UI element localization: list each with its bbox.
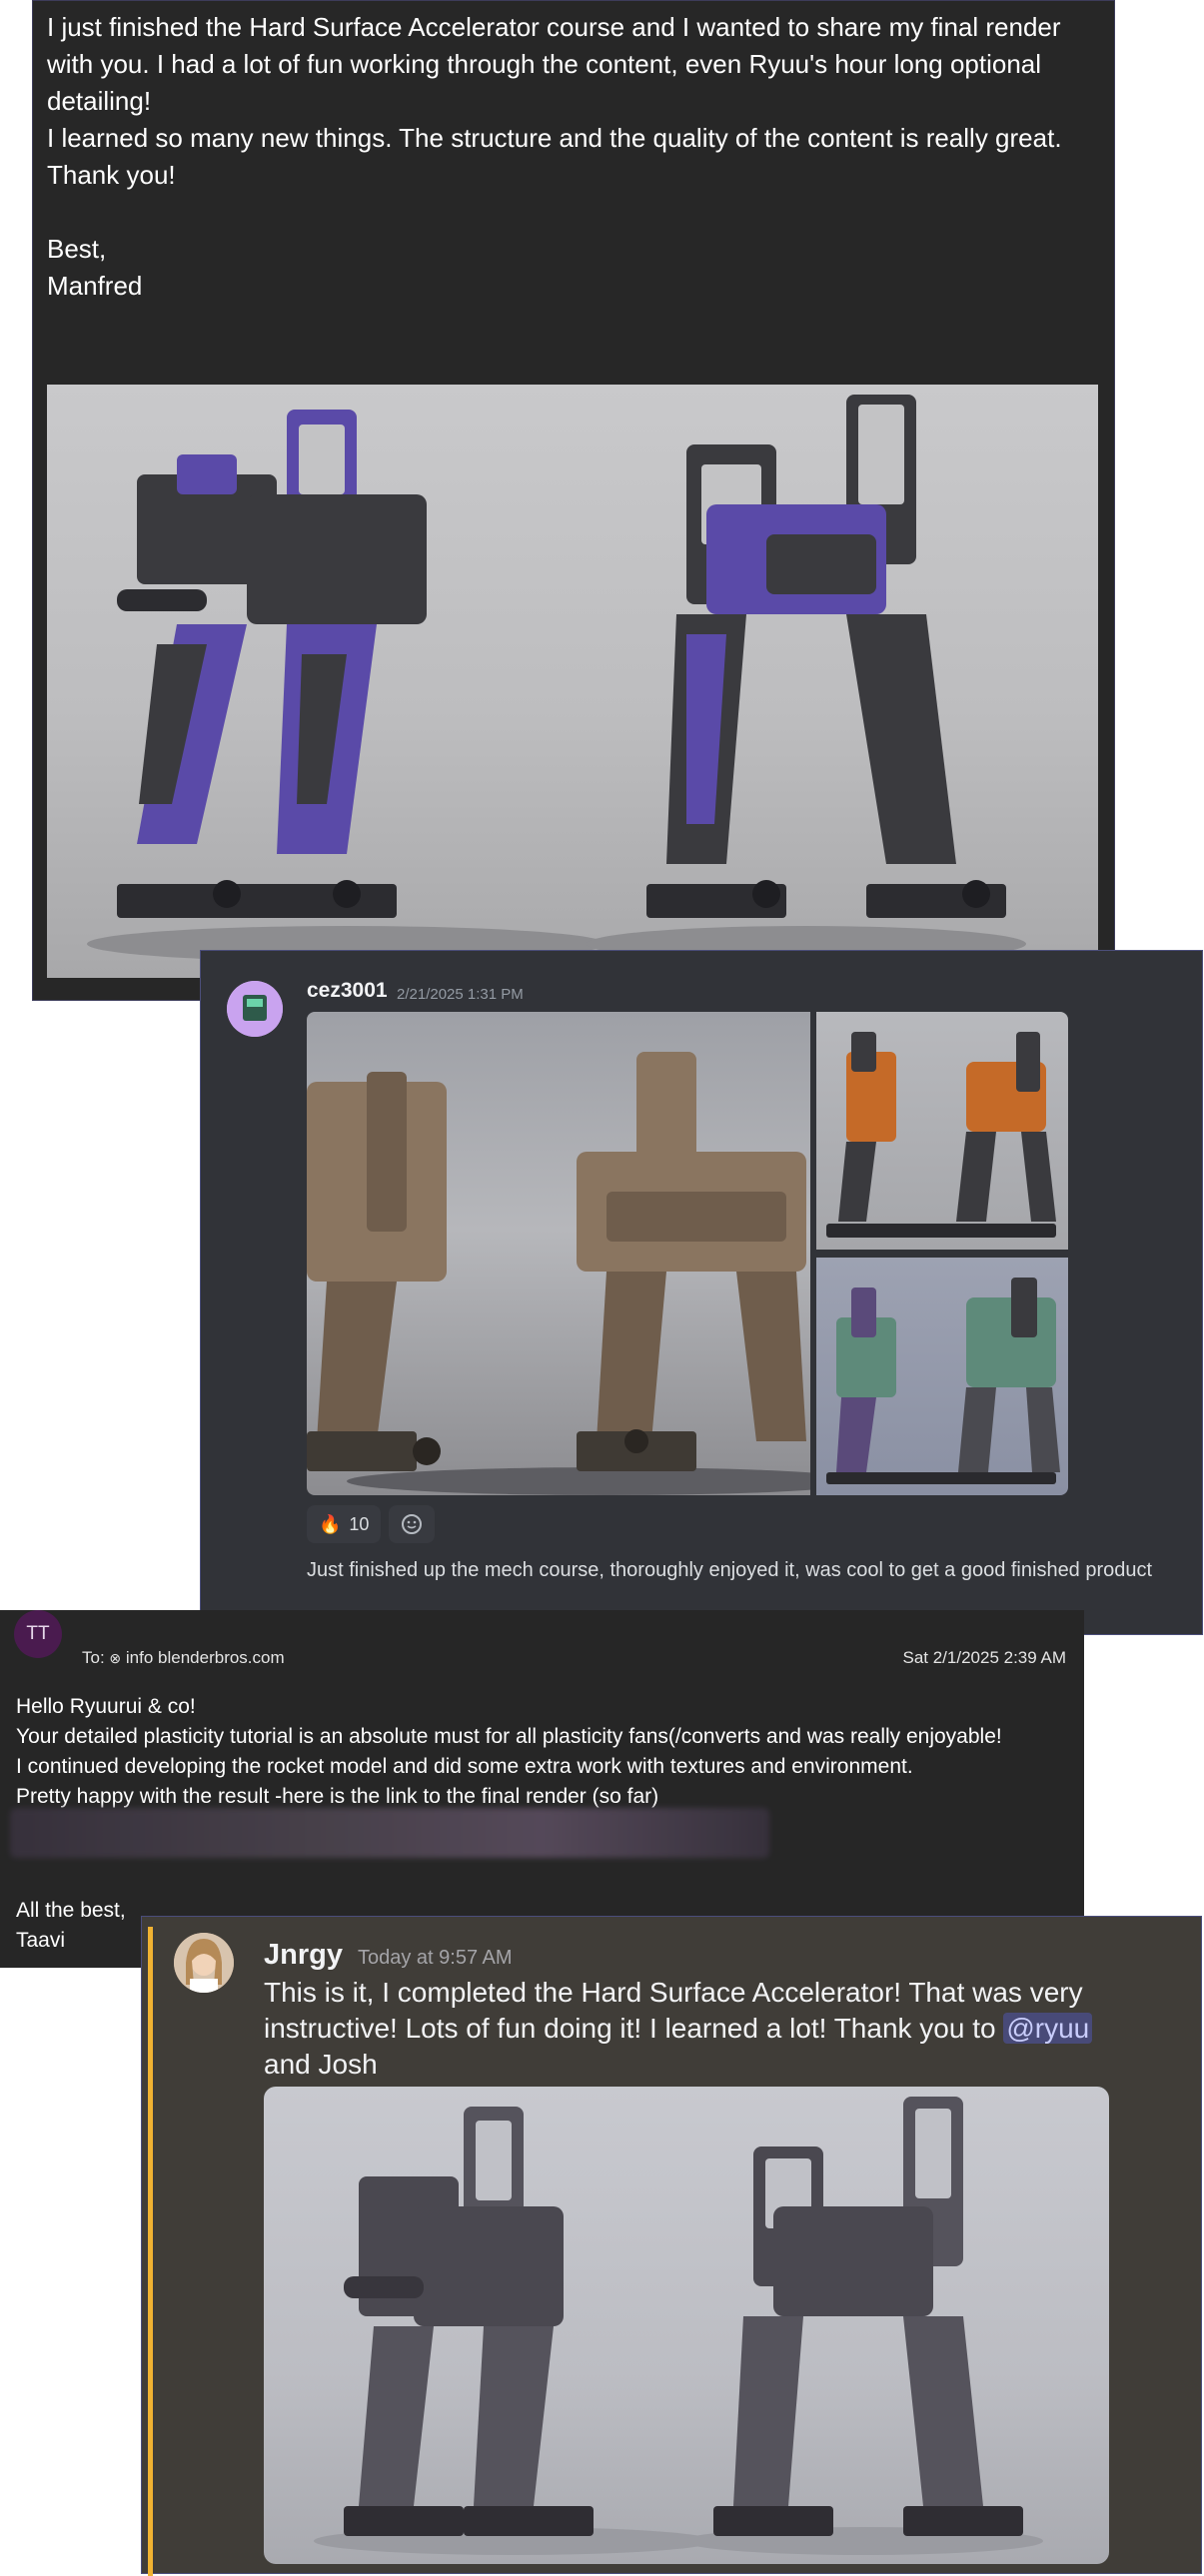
email-paragraph: Your detailed plasticity tutorial is an … [16, 1725, 1002, 1748]
email-card-manfred: I just finished the Hard Surface Acceler… [32, 0, 1115, 1001]
email-paragraph: I continued developing the rocket model … [16, 1755, 913, 1778]
discord-message-jnrgy: Jnrgy Today at 9:57 AM This is it, I com… [141, 1916, 1202, 2576]
highlight-bar [148, 1927, 153, 2576]
attachment-image-green[interactable] [816, 1258, 1068, 1495]
username[interactable]: cez3001 [307, 979, 388, 1003]
blurred-link [10, 1808, 769, 1858]
email-paragraph: I just finished the Hard Surface Acceler… [47, 12, 1068, 116]
user-mention[interactable]: @ryuu [1003, 2013, 1093, 2044]
user-avatar-icon [227, 981, 283, 1037]
username[interactable]: Jnrgy [264, 1939, 343, 1972]
dark-mech-illustration [314, 2097, 1043, 2555]
tan-mech-illustration [307, 1052, 810, 1495]
purple-mech-illustration [87, 395, 1026, 962]
email-signature: Manfred [47, 271, 143, 301]
timestamp: Today at 9:57 AM [358, 1947, 513, 1969]
recipient-row: To: ⊗ info blenderbros.com [82, 1648, 285, 1668]
add-reaction-button[interactable] [389, 1505, 436, 1543]
user-avatar-icon [174, 1933, 234, 1993]
reaction-bar: 🔥 10 [307, 1505, 436, 1543]
orange-mech-illustration [826, 1032, 1056, 1238]
email-closing: All the best, Taavi [16, 1896, 126, 1956]
email-paragraph: I learned so many new things. The struct… [47, 123, 1062, 153]
avatar[interactable] [227, 981, 283, 1037]
email-card-taavi: TT To: ⊗ info blenderbros.com Sat 2/1/20… [0, 1610, 1084, 1968]
email-body: I just finished the Hard Surface Acceler… [47, 9, 1096, 305]
close-circle-icon: ⊗ [109, 1650, 122, 1666]
email-paragraph: Thank you! [47, 160, 176, 190]
message-text-start: This is it, I completed the Hard Surface… [264, 1977, 1083, 2044]
mech-render-image[interactable] [47, 385, 1098, 978]
green-mech-illustration [826, 1278, 1060, 1484]
attachment-image-orange[interactable] [816, 1012, 1068, 1250]
message-text: This is it, I completed the Hard Surface… [264, 1975, 1123, 2083]
discord-message-cez3001: cez3001 2/21/2025 1:31 PM 🔥 10 Just fini… [200, 950, 1203, 1635]
avatar[interactable] [174, 1933, 234, 1993]
email-paragraph: Best, [47, 234, 107, 264]
closing-line: All the best, [16, 1899, 126, 1922]
attachment-image-main[interactable] [307, 1012, 810, 1495]
email-date: Sat 2/1/2025 2:39 AM [902, 1648, 1066, 1667]
email-paragraph [47, 194, 1096, 231]
message-text-end: and Josh [264, 2049, 378, 2080]
to-label: To: [82, 1648, 105, 1667]
email-body: Hello Ryuurui & co! Your detailed plasti… [16, 1692, 1075, 1812]
mech-render-image[interactable] [264, 2087, 1109, 2564]
email-signature: Taavi [16, 1929, 66, 1952]
email-paragraph: Hello Ryuurui & co! [16, 1695, 196, 1718]
reaction-count: 10 [349, 1513, 370, 1534]
avatar: TT [14, 1610, 62, 1658]
recipient-address[interactable]: info blenderbros.com [126, 1648, 285, 1667]
fire-emoji-icon: 🔥 [319, 1513, 342, 1534]
add-reaction-icon [402, 1514, 423, 1534]
timestamp: 2/21/2025 1:31 PM [397, 986, 524, 1003]
message-text: Just finished up the mech course, thorou… [307, 1559, 1153, 1581]
fire-reaction[interactable]: 🔥 10 [307, 1505, 382, 1543]
